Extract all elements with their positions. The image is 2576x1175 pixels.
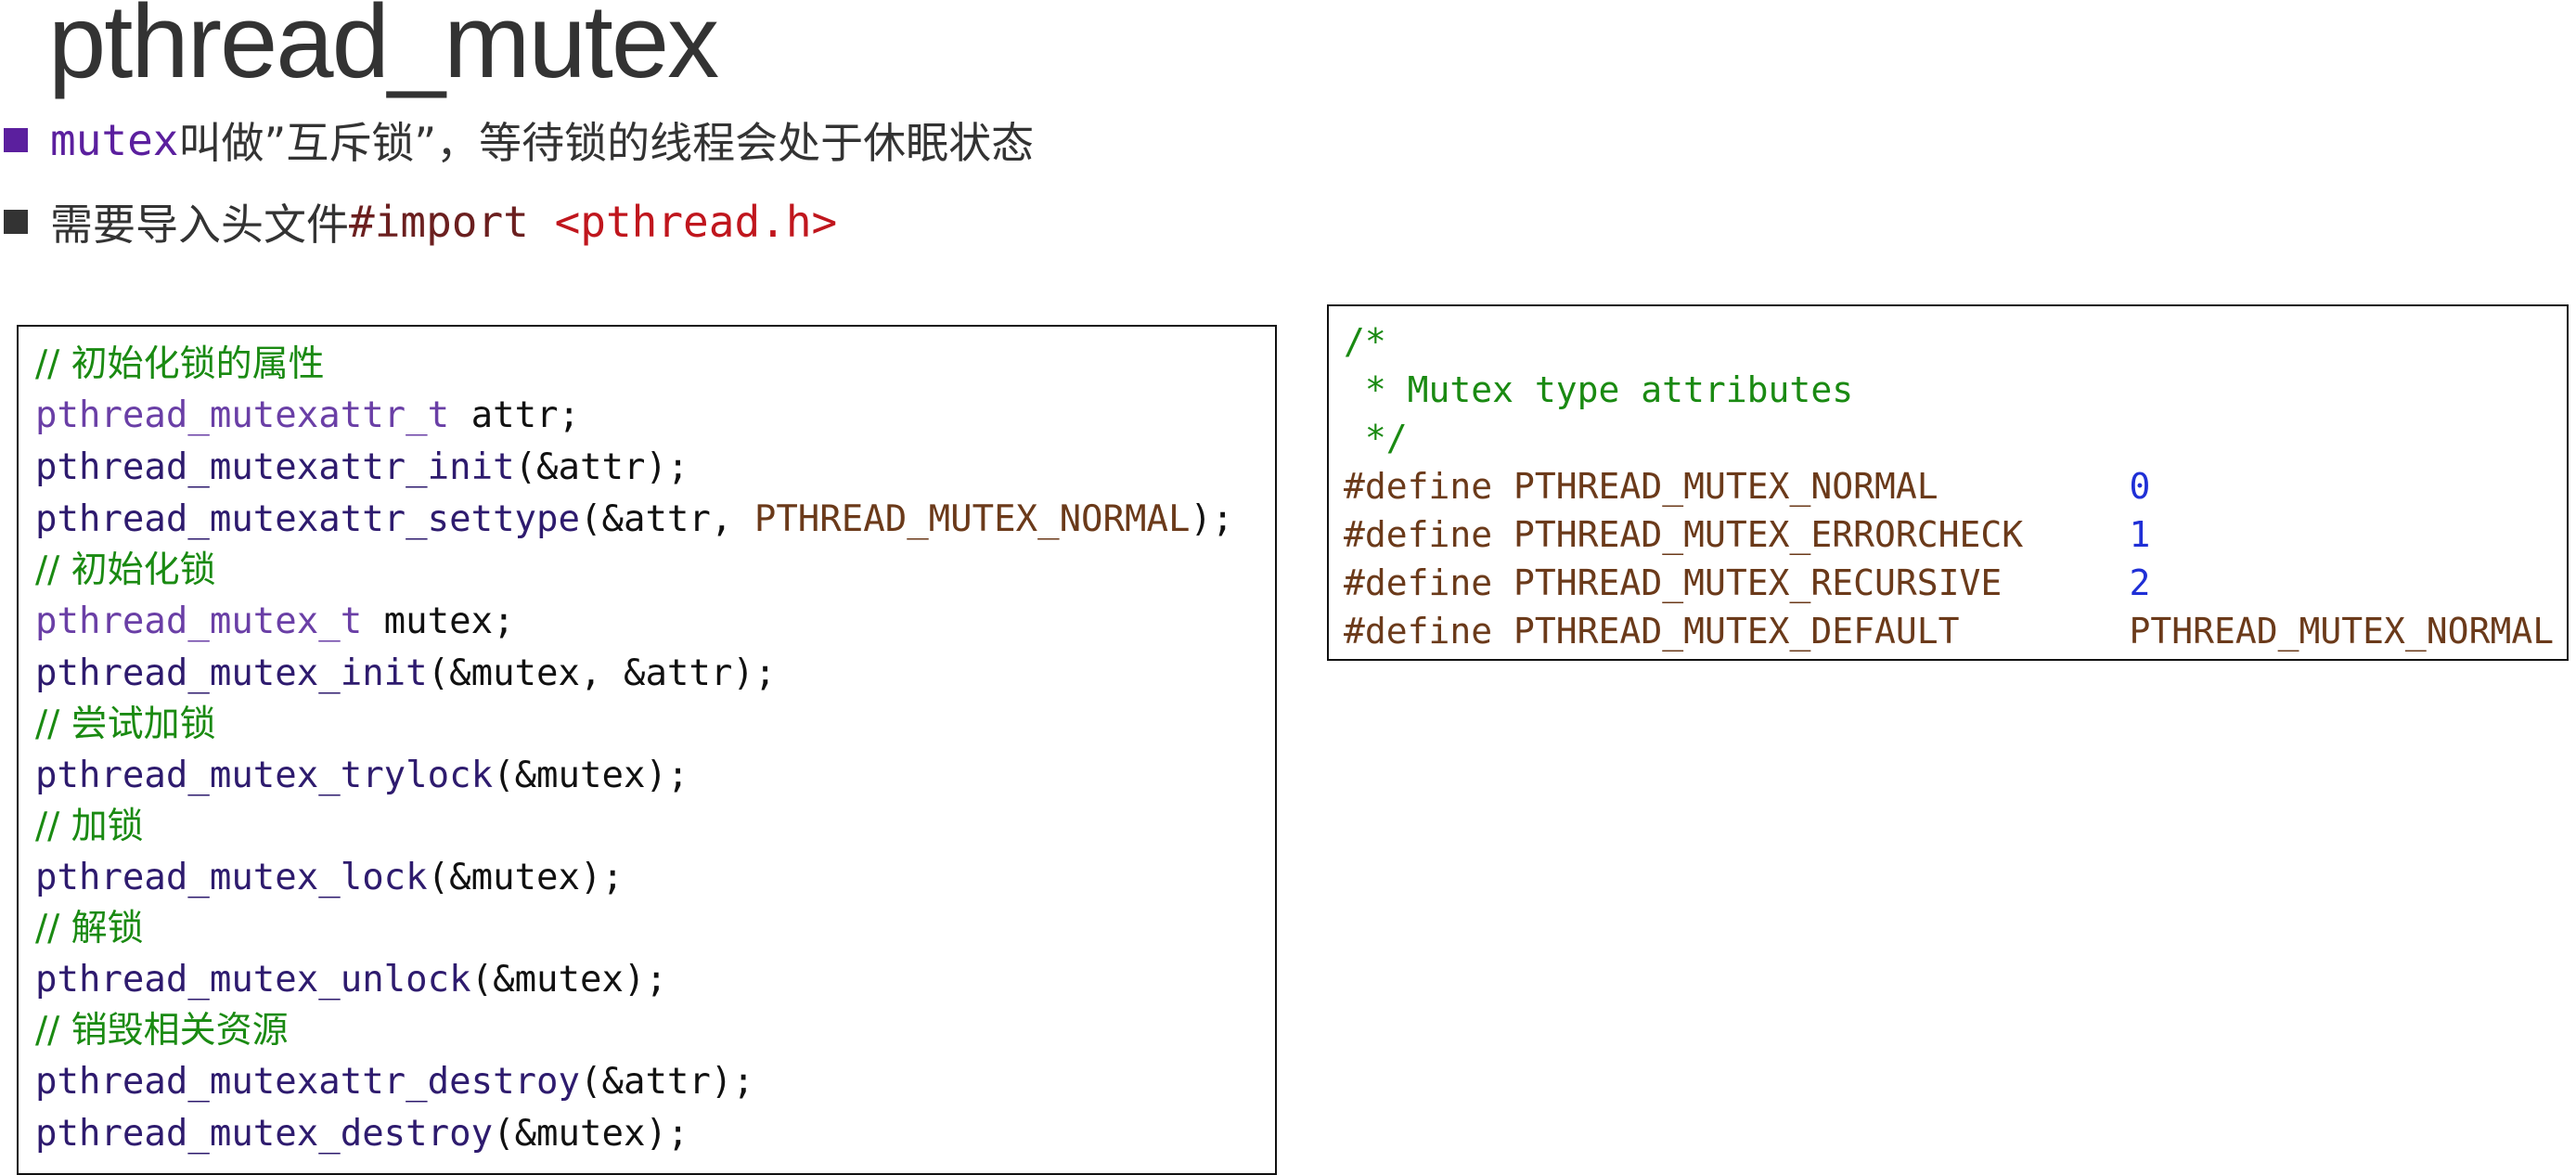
code-line: pthread_mutexattr_t attr;: [35, 390, 1275, 442]
code-comment: // 销毁相关资源: [35, 1010, 289, 1052]
inline-code-header: <pthread.h>: [554, 197, 838, 247]
bullet-mutex-description: mutex 叫做”互斥锁”，等待锁的线程会处于休眠状态: [4, 110, 1034, 171]
define-line: #define PTHREAD_MUTEX_NORMAL 0: [1344, 462, 2567, 510]
bullet-import-header: 需要导入头文件 #import <pthread.h>: [4, 191, 837, 252]
code-text: (&mutex);: [470, 959, 667, 1001]
code-function: pthread_mutex_lock: [35, 857, 428, 898]
code-comment: /*: [1344, 321, 1386, 362]
bullet-text: 需要导入头文件: [50, 200, 349, 250]
code-line: pthread_mutex_destroy(&mutex);: [35, 1108, 1275, 1160]
code-comment: // 初始化锁: [35, 549, 216, 591]
code-line: pthread_mutex_t mutex;: [35, 596, 1275, 648]
define-name: PTHREAD_MUTEX_DEFAULT: [1513, 611, 1960, 652]
code-function: pthread_mutexattr_init: [35, 446, 515, 488]
define-keyword: #define: [1344, 466, 1493, 507]
define-value: PTHREAD_MUTEX_NORMAL: [2129, 611, 2555, 652]
code-function: pthread_mutex_destroy: [35, 1113, 494, 1155]
code-text: );: [1190, 498, 1234, 540]
bullet-square-icon: [4, 128, 28, 152]
code-type: pthread_mutex_t: [35, 600, 363, 642]
code-function: pthread_mutexattr_destroy: [35, 1061, 580, 1103]
code-function: pthread_mutex_init: [35, 652, 428, 694]
code-function: pthread_mutexattr_settype: [35, 498, 580, 540]
code-text: (&mutex, &attr);: [427, 652, 777, 694]
code-comment: // 解锁: [35, 908, 144, 949]
code-text: attr;: [449, 394, 581, 436]
define-name: PTHREAD_MUTEX_RECURSIVE: [1513, 562, 2003, 603]
define-name: PTHREAD_MUTEX_ERRORCHECK: [1513, 514, 2024, 555]
define-value: 2: [2129, 562, 2151, 603]
define-name: PTHREAD_MUTEX_NORMAL: [1513, 466, 1938, 507]
define-value: 1: [2129, 514, 2151, 555]
code-comment: // 尝试加锁: [35, 704, 216, 745]
code-block-mutex-types: /* * Mutex type attributes */ #define PT…: [1327, 304, 2569, 661]
code-type: pthread_mutexattr_t: [35, 394, 450, 436]
inline-space: [529, 197, 555, 247]
define-line: #define PTHREAD_MUTEX_DEFAULT PTHREAD_MU…: [1344, 607, 2567, 655]
code-line: pthread_mutex_trylock(&mutex);: [35, 750, 1275, 802]
code-line: pthread_mutexattr_settype(&attr, PTHREAD…: [35, 494, 1275, 546]
code-comment: * Mutex type attributes: [1344, 369, 1854, 410]
code-text: (&attr,: [580, 498, 754, 540]
code-function: pthread_mutex_trylock: [35, 755, 494, 796]
code-text: (&mutex);: [493, 1113, 689, 1155]
code-line: pthread_mutexattr_init(&attr);: [35, 442, 1275, 494]
code-text: (&mutex);: [427, 857, 624, 898]
code-line: pthread_mutex_unlock(&mutex);: [35, 954, 1275, 1006]
bullet-text: 叫做”互斥锁”，等待锁的线程会处于休眠状态: [178, 118, 1035, 168]
code-text: (&mutex);: [493, 755, 689, 796]
code-line: pthread_mutex_init(&mutex, &attr);: [35, 648, 1275, 700]
define-keyword: #define: [1344, 514, 1493, 555]
code-comment: */: [1344, 418, 1408, 458]
code-line: pthread_mutexattr_destroy(&attr);: [35, 1056, 1275, 1108]
code-text: (&attr);: [580, 1061, 754, 1103]
bullet-square-icon: [4, 210, 28, 234]
code-text: (&attr);: [514, 446, 689, 488]
code-block-usage: // 初始化锁的属性 pthread_mutexattr_t attr; pth…: [17, 325, 1277, 1175]
code-text: mutex;: [362, 600, 515, 642]
inline-code-import: #import: [349, 197, 529, 247]
define-keyword: #define: [1344, 611, 1493, 652]
code-comment: // 加锁: [35, 806, 144, 847]
define-line: #define PTHREAD_MUTEX_RECURSIVE 2: [1344, 559, 2567, 607]
code-constant: PTHREAD_MUTEX_NORMAL: [753, 498, 1191, 540]
code-line: pthread_mutex_lock(&mutex);: [35, 852, 1275, 904]
define-line: #define PTHREAD_MUTEX_ERRORCHECK 1: [1344, 510, 2567, 559]
define-value: 0: [2129, 466, 2151, 507]
code-function: pthread_mutex_unlock: [35, 959, 471, 1001]
code-comment: // 初始化锁的属性: [35, 343, 325, 385]
inline-code-mutex: mutex: [50, 115, 179, 165]
define-keyword: #define: [1344, 562, 1493, 603]
slide-title: pthread_mutex: [48, 0, 719, 99]
